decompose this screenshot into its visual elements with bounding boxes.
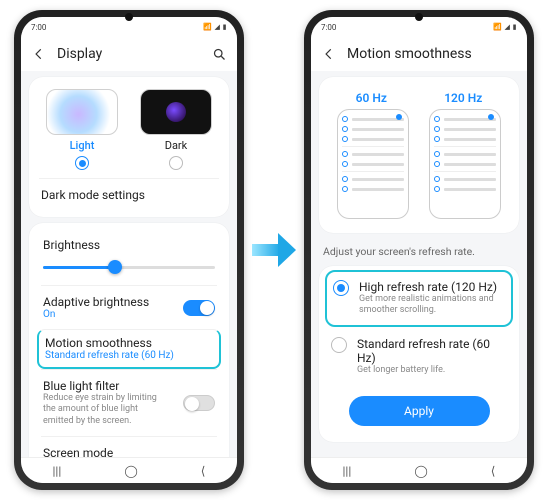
preview-120hz bbox=[429, 109, 501, 219]
theme-label-light: Light bbox=[70, 139, 95, 152]
status-icons: 📶 ◢ ▮ bbox=[203, 23, 227, 31]
phone-display-settings: 7:00 📶 ◢ ▮ Display Light bbox=[14, 10, 244, 490]
adaptive-status: On bbox=[43, 309, 149, 320]
brightness-row: Brightness bbox=[41, 229, 217, 285]
theme-preview-light bbox=[46, 89, 118, 135]
theme-option-light[interactable]: Light bbox=[39, 89, 125, 170]
nav-recent-icon[interactable]: ||| bbox=[343, 464, 352, 478]
blue-light-label: Blue light filter bbox=[43, 379, 169, 393]
blue-light-toggle[interactable] bbox=[183, 395, 215, 411]
apply-button[interactable]: Apply bbox=[349, 396, 490, 426]
hz-label-120: 120 Hz bbox=[444, 91, 482, 105]
radio-high-refresh[interactable] bbox=[333, 280, 349, 296]
apply-label: Apply bbox=[404, 404, 434, 418]
back-icon[interactable] bbox=[321, 46, 337, 62]
nav-home-icon[interactable]: ◯ bbox=[414, 464, 427, 478]
app-bar: Motion smoothness bbox=[311, 37, 527, 71]
option-standard-refresh[interactable]: Standard refresh rate (60 Hz) Get longer… bbox=[325, 327, 513, 386]
search-icon[interactable] bbox=[211, 46, 227, 62]
theme-preview-dark bbox=[140, 89, 212, 135]
radio-dark[interactable] bbox=[169, 156, 183, 170]
dark-mode-settings-link[interactable]: Dark mode settings bbox=[41, 188, 217, 202]
phone-motion-smoothness: 7:00 📶 ◢ ▮ Motion smoothness 60 Hz 120 H… bbox=[304, 10, 534, 490]
radio-standard-refresh[interactable] bbox=[331, 337, 347, 353]
status-time: 7:00 bbox=[321, 23, 336, 32]
page-title: Motion smoothness bbox=[347, 46, 517, 62]
nav-bar: ||| ◯ ⟨ bbox=[21, 457, 237, 483]
motion-sub: Standard refresh rate (60 Hz) bbox=[45, 350, 213, 361]
theme-option-dark[interactable]: Dark bbox=[133, 89, 219, 170]
radio-light[interactable] bbox=[75, 156, 89, 170]
screen-mode-row[interactable]: Screen mode Vivid bbox=[41, 436, 217, 457]
preview-60hz bbox=[337, 109, 409, 219]
hz-label-60: 60 Hz bbox=[356, 91, 387, 105]
option-std-desc: Get longer battery life. bbox=[357, 365, 507, 376]
settings-card: Brightness Adaptive brightness On bbox=[29, 223, 229, 457]
brightness-label: Brightness bbox=[43, 238, 215, 252]
theme-label-dark: Dark bbox=[165, 139, 188, 152]
page-title: Display bbox=[57, 46, 201, 62]
camera-notch bbox=[125, 13, 133, 21]
camera-notch bbox=[415, 13, 423, 21]
option-high-refresh[interactable]: High refresh rate (120 Hz) Get more real… bbox=[325, 270, 513, 327]
nav-back-icon[interactable]: ⟨ bbox=[201, 464, 206, 478]
transition-arrow-icon bbox=[252, 233, 296, 267]
refresh-options-card: High refresh rate (120 Hz) Get more real… bbox=[319, 266, 519, 442]
option-high-desc: Get more realistic animations and smooth… bbox=[359, 294, 505, 317]
nav-back-icon[interactable]: ⟨ bbox=[491, 464, 496, 478]
app-bar: Display bbox=[21, 37, 237, 71]
blue-light-row[interactable]: Blue light filter Reduce eye strain by l… bbox=[41, 369, 217, 436]
status-icons: 📶 ◢ ▮ bbox=[493, 23, 517, 31]
screen-mode-label: Screen mode bbox=[43, 446, 215, 457]
nav-home-icon[interactable]: ◯ bbox=[124, 464, 137, 478]
option-std-title: Standard refresh rate (60 Hz) bbox=[357, 337, 507, 365]
motion-smoothness-row[interactable]: Motion smoothness Standard refresh rate … bbox=[37, 329, 221, 369]
option-high-title: High refresh rate (120 Hz) bbox=[359, 280, 505, 294]
adaptive-brightness-row[interactable]: Adaptive brightness On bbox=[41, 285, 217, 329]
hz-preview-card: 60 Hz 120 Hz bbox=[319, 77, 519, 233]
motion-label: Motion smoothness bbox=[45, 336, 213, 350]
brightness-slider[interactable] bbox=[43, 258, 215, 276]
adaptive-label: Adaptive brightness bbox=[43, 295, 149, 309]
theme-card: Light Dark Dark mode settings bbox=[29, 77, 229, 217]
status-time: 7:00 bbox=[31, 23, 46, 32]
nav-bar: ||| ◯ ⟨ bbox=[311, 457, 527, 483]
blue-light-desc: Reduce eye strain by limiting the amount… bbox=[43, 393, 169, 427]
refresh-caption: Adjust your screen's refresh rate. bbox=[319, 239, 519, 260]
back-icon[interactable] bbox=[31, 46, 47, 62]
nav-recent-icon[interactable]: ||| bbox=[53, 464, 62, 478]
adaptive-toggle[interactable] bbox=[183, 300, 215, 316]
